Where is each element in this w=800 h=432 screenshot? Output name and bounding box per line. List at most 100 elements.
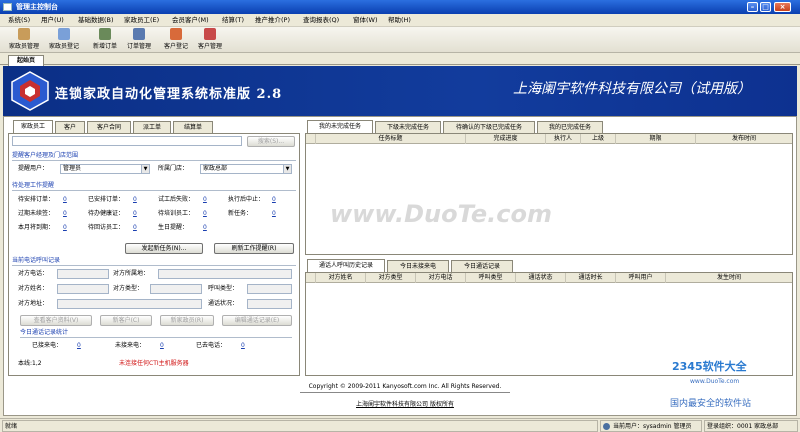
refresh-reminders-button[interactable]: 刷新工作提醒(R)	[214, 243, 294, 254]
missed-label: 未接来电：	[115, 342, 146, 349]
menu-help[interactable]: 帮助(H)	[388, 15, 411, 26]
phone-label: 对方电话：	[18, 270, 49, 277]
order-management-button[interactable]: 订单管理	[122, 28, 156, 52]
row-selector-header	[306, 273, 316, 283]
view-customer-button[interactable]: 查看客户资料(V)	[20, 315, 92, 326]
menu-staff[interactable]: 家政员工(E)	[124, 15, 159, 26]
customer-register-button[interactable]: 客户登记	[160, 28, 192, 52]
tab-today-missed[interactable]: 今日未接来电	[387, 260, 449, 272]
minimize-button[interactable]: –	[747, 2, 758, 12]
col-call-type[interactable]: 呼叫类型	[466, 273, 516, 283]
store-select[interactable]: 家政总部 ▼	[200, 164, 292, 174]
col-caller-phone[interactable]: 对方电话	[416, 273, 466, 283]
tab-customer[interactable]: 客户	[55, 121, 85, 133]
menu-reports[interactable]: 查询报表(Q)	[303, 15, 339, 26]
type-field[interactable]	[150, 284, 202, 294]
tab-today-calls[interactable]: 今日通话记录	[451, 260, 513, 272]
status-field[interactable]	[247, 299, 292, 309]
menu-settlement[interactable]: 结算(T)	[222, 15, 244, 26]
chevron-down-icon[interactable]: ▼	[141, 165, 149, 173]
menu-bar: 系统(S) 用户(U) 基础数据(B) 家政员工(E) 会员客户(M) 结算(T…	[0, 14, 800, 27]
task-grid[interactable]: 任务标题 完成进度 执行人 上级 期限 发布时间	[305, 133, 793, 255]
missed-count-link[interactable]: 0	[160, 342, 164, 350]
name-field[interactable]	[57, 284, 109, 294]
tab-call-history[interactable]: 通话人呼叫历史记录	[307, 259, 385, 272]
col-task-title[interactable]: 任务标题	[316, 134, 466, 144]
search-button[interactable]: 搜索(S)...	[247, 136, 295, 147]
edit-call-record-button[interactable]: 编辑通话记录(E)	[222, 315, 292, 326]
answered-count-link[interactable]: 0	[77, 342, 81, 350]
col-deadline[interactable]: 期限	[616, 134, 696, 144]
answered-label: 已接来电：	[32, 342, 63, 349]
window-title-bar: 管理主控制台 – □ ×	[0, 0, 800, 14]
col-progress[interactable]: 完成进度	[466, 134, 546, 144]
pending-count-link[interactable]: 0	[133, 210, 137, 218]
customer-icon	[204, 28, 216, 40]
tab-dispatch[interactable]: 派工单	[133, 121, 171, 133]
user-select[interactable]: 管理员 ▼	[60, 164, 150, 174]
tab-settlement[interactable]: 结算单	[173, 121, 213, 133]
col-superior[interactable]: 上级	[581, 134, 616, 144]
col-caller-name[interactable]: 对方姓名	[316, 273, 366, 283]
type-label: 对方类型：	[113, 285, 144, 292]
new-task-button[interactable]: 发起新任务(N)...	[125, 243, 203, 254]
address-label: 对方地址：	[18, 300, 49, 307]
menu-user[interactable]: 用户(U)	[41, 15, 64, 26]
dialed-count-link[interactable]: 0	[241, 342, 245, 350]
col-call-status[interactable]: 通话状态	[516, 273, 566, 283]
divider	[12, 265, 296, 266]
tab-subordinate-unfinished[interactable]: 下级未完成任务	[375, 121, 441, 133]
pending-count-link[interactable]: 0	[272, 210, 276, 218]
search-input[interactable]	[12, 136, 242, 146]
new-order-button[interactable]: 新增订单	[89, 28, 121, 52]
col-caller-type[interactable]: 对方类型	[366, 273, 416, 283]
col-call-user[interactable]: 呼叫用户	[616, 273, 666, 283]
tab-my-finished-tasks[interactable]: 我的已完成任务	[537, 121, 603, 133]
tab-my-unfinished-tasks[interactable]: 我的未完成任务	[307, 120, 373, 133]
new-customer-button[interactable]: 新客户(C)	[100, 315, 152, 326]
pending-count-link[interactable]: 0	[203, 224, 207, 232]
today-stats-title: 今日通话记录统计	[20, 329, 69, 336]
area-field[interactable]	[158, 269, 292, 279]
call-type-field[interactable]	[247, 284, 292, 294]
col-call-duration[interactable]: 通话时长	[566, 273, 616, 283]
tab-staff[interactable]: 家政员工	[13, 120, 53, 133]
pending-count-link[interactable]: 0	[63, 210, 67, 218]
close-button[interactable]: ×	[774, 2, 791, 12]
menu-customer[interactable]: 会员客户(M)	[172, 15, 209, 26]
menu-system[interactable]: 系统(S)	[8, 15, 30, 26]
tab-start-page[interactable]: 起始页	[8, 55, 44, 66]
col-occur-time[interactable]: 发生时间	[666, 273, 792, 283]
company-link[interactable]: 上海阑宇软件科技有限公司 版权所有	[300, 399, 510, 408]
pending-count-link[interactable]: 0	[63, 196, 67, 204]
tab-customer-contract[interactable]: 客户合同	[87, 121, 131, 133]
tab-pending-confirm[interactable]: 待确认的下级已完成任务	[443, 121, 535, 133]
pending-count-link[interactable]: 0	[63, 224, 67, 232]
status-org: 登录组织：0001 家政总部	[704, 420, 798, 432]
customer-management-button[interactable]: 客户管理	[193, 28, 227, 52]
staff-icon	[18, 28, 30, 40]
col-executor[interactable]: 执行人	[546, 134, 581, 144]
window-title: 管理主控制台	[16, 3, 58, 11]
new-staff-button[interactable]: 新家政员(R)	[160, 315, 214, 326]
pending-count-link[interactable]: 0	[272, 196, 276, 204]
task-grid-header: 任务标题 完成进度 执行人 上级 期限 发布时间	[306, 134, 792, 144]
name-label: 对方姓名：	[18, 285, 49, 292]
menu-window[interactable]: 窗体(W)	[353, 15, 378, 26]
pending-label: 待回访员工：	[88, 224, 125, 231]
pending-count-link[interactable]: 0	[203, 210, 207, 218]
staff-management-button[interactable]: 家政员管理	[5, 28, 43, 52]
menu-basic-data[interactable]: 基础数据(B)	[78, 15, 114, 26]
maximize-button[interactable]: □	[760, 2, 771, 12]
phone-field[interactable]	[57, 269, 109, 279]
new-order-icon	[99, 28, 111, 40]
staff-register-button[interactable]: 家政员登记	[45, 28, 83, 52]
pending-count-link[interactable]: 0	[133, 196, 137, 204]
chevron-down-icon[interactable]: ▼	[283, 165, 291, 173]
address-field[interactable]	[57, 299, 202, 309]
pending-count-link[interactable]: 0	[133, 224, 137, 232]
logo-icon	[11, 71, 49, 111]
pending-count-link[interactable]: 0	[203, 196, 207, 204]
menu-promotion[interactable]: 推产推介(P)	[255, 15, 290, 26]
col-publish-time[interactable]: 发布时间	[696, 134, 792, 144]
